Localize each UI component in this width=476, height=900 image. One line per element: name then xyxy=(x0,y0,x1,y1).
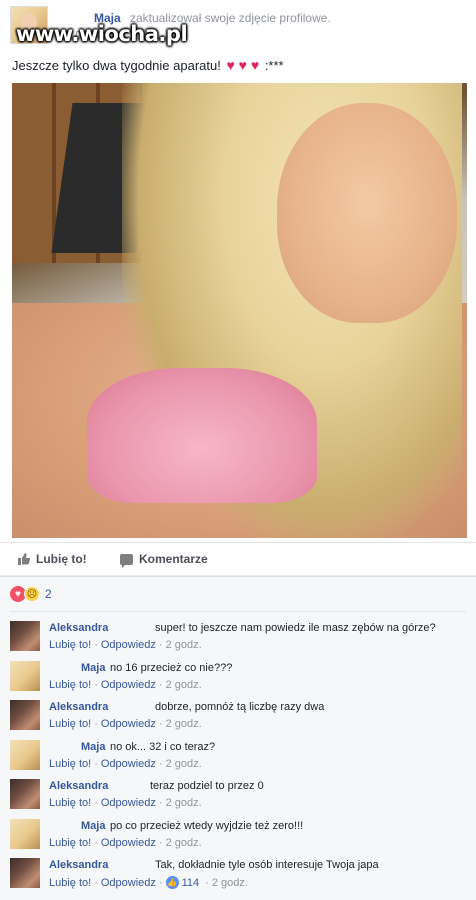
comment-item: Maja no ok... 32 i co teraz? Lubię to! · … xyxy=(10,738,470,772)
watermark: www.wiocha.pl xyxy=(16,22,188,46)
like-button[interactable]: Lubię to! xyxy=(18,552,87,566)
post-header: Maja zaktualizował swoje zdjęcie profilo… xyxy=(10,6,470,46)
comment-author[interactable]: Maja xyxy=(81,662,105,674)
comment-item: Maja po co przecież wtedy wyjdzie też ze… xyxy=(10,817,470,851)
comment-avatar[interactable] xyxy=(10,779,40,809)
reactions-count[interactable]: 2 xyxy=(45,587,52,601)
like-button-label: Lubię to! xyxy=(36,552,87,566)
comment-reply-link[interactable]: Odpowiedz xyxy=(101,797,156,809)
comment-text: teraz podziel to przez 0 xyxy=(150,780,264,792)
heart-emoji-icons: ♥ ♥ ♥ xyxy=(226,57,260,73)
post-text: Jeszcze tylko dwa tygodnie aparatu! ♥ ♥ … xyxy=(12,57,284,73)
comment-avatar[interactable] xyxy=(10,661,40,691)
comment-reply-link[interactable]: Odpowiedz xyxy=(101,758,156,770)
comment-meta: Lubię to! · Odpowiedz · 2 godz. xyxy=(49,639,202,651)
comment-time[interactable]: 2 godz. xyxy=(166,758,202,770)
comment-avatar[interactable] xyxy=(10,700,40,730)
comment-time[interactable]: 2 godz. xyxy=(166,837,202,849)
comment-like-link[interactable]: Lubię to! xyxy=(49,877,91,889)
photo-pink-top xyxy=(87,368,317,503)
comment-author[interactable]: Aleksandra xyxy=(49,859,108,871)
comment-like-count[interactable]: 114 xyxy=(182,877,200,889)
comment-meta: Lubię to! · Odpowiedz · 2 godz. xyxy=(49,837,202,849)
comment-reply-link[interactable]: Odpowiedz xyxy=(101,877,156,889)
comment-text: no 16 przecież co nie??? xyxy=(110,662,233,674)
comment-time[interactable]: 2 godz. xyxy=(212,877,248,889)
comment-time[interactable]: 2 godz. xyxy=(166,718,202,730)
comment-text: po co przecież wtedy wyjdzie też zero!!! xyxy=(110,820,304,832)
comments-divider xyxy=(10,611,466,612)
comment-reply-link[interactable]: Odpowiedz xyxy=(101,718,156,730)
comment-meta: Lubię to! · Odpowiedz · 👍 114 · 2 godz. xyxy=(49,876,248,889)
comment-text: no ok... 32 i co teraz? xyxy=(110,741,216,753)
comment-text: super! to jeszcze nam powiedz ile masz z… xyxy=(155,622,436,634)
thumbs-up-icon: 👍 xyxy=(165,876,179,889)
comment-author[interactable]: Aleksandra xyxy=(49,701,108,713)
comment-avatar[interactable] xyxy=(10,621,40,651)
comments-section: ♥ ☹ 2 Aleksandra super! to jeszcze nam p… xyxy=(0,576,476,900)
comment-like-link[interactable]: Lubię to! xyxy=(49,758,91,770)
comment-item: Aleksandra dobrze, pomnóż tą liczbę razy… xyxy=(10,698,470,732)
comment-like-link[interactable]: Lubię to! xyxy=(49,837,91,849)
comment-author[interactable]: Maja xyxy=(81,741,105,753)
comment-icon xyxy=(120,553,133,568)
comment-like-link[interactable]: Lubię to! xyxy=(49,639,91,651)
comment-avatar[interactable] xyxy=(10,740,40,770)
thumbs-up-icon xyxy=(18,553,31,565)
comment-reply-link[interactable]: Odpowiedz xyxy=(101,639,156,651)
comment-like-link[interactable]: Lubię to! xyxy=(49,797,91,809)
post-text-body: Jeszcze tylko dwa tygodnie aparatu! xyxy=(12,58,221,73)
comment-avatar[interactable] xyxy=(10,858,40,888)
profile-photo[interactable] xyxy=(12,83,467,538)
comment-like-link[interactable]: Lubię to! xyxy=(49,679,91,691)
reactions-summary[interactable]: ♥ ☹ 2 xyxy=(10,585,52,603)
comment-meta: Lubię to! · Odpowiedz · 2 godz. xyxy=(49,718,202,730)
comment-like-link[interactable]: Lubię to! xyxy=(49,718,91,730)
photo-face xyxy=(277,103,457,323)
comment-item: Maja no 16 przecież co nie??? Lubię to! ·… xyxy=(10,659,470,693)
comment-reply-link[interactable]: Odpowiedz xyxy=(101,837,156,849)
comment-meta: Lubię to! · Odpowiedz · 2 godz. xyxy=(49,679,202,691)
comment-item: Aleksandra teraz podziel to przez 0 Lubi… xyxy=(10,777,470,811)
post-card: Maja zaktualizował swoje zdjęcie profilo… xyxy=(0,0,476,575)
comment-author[interactable]: Maja xyxy=(81,820,105,832)
comment-text: Tak, dokładnie tyle osób interesuje Twoj… xyxy=(155,859,379,871)
comment-author[interactable]: Aleksandra xyxy=(49,780,108,792)
post-text-suffix: :*** xyxy=(264,58,284,73)
comment-time[interactable]: 2 godz. xyxy=(166,679,202,691)
comment-reply-link[interactable]: Odpowiedz xyxy=(101,679,156,691)
comment-avatar[interactable] xyxy=(10,819,40,849)
sad-reaction-icon: ☹ xyxy=(24,586,40,602)
comment-item: Aleksandra Tak, dokładnie tyle osób inte… xyxy=(10,856,470,890)
comment-meta: Lubię to! · Odpowiedz · 2 godz. xyxy=(49,758,202,770)
comment-button-label: Komentarze xyxy=(139,552,208,566)
comment-meta: Lubię to! · Odpowiedz · 2 godz. xyxy=(49,797,202,809)
comment-time[interactable]: 2 godz. xyxy=(166,797,202,809)
post-action-bar: Lubię to! Komentarze xyxy=(0,542,476,575)
comment-author[interactable]: Aleksandra xyxy=(49,622,108,634)
comment-time[interactable]: 2 godz. xyxy=(166,639,202,651)
comment-text: dobrze, pomnóż tą liczbę razy dwa xyxy=(155,701,325,713)
comment-item: Aleksandra super! to jeszcze nam powiedz… xyxy=(10,619,470,653)
comment-button[interactable]: Komentarze xyxy=(120,552,208,568)
